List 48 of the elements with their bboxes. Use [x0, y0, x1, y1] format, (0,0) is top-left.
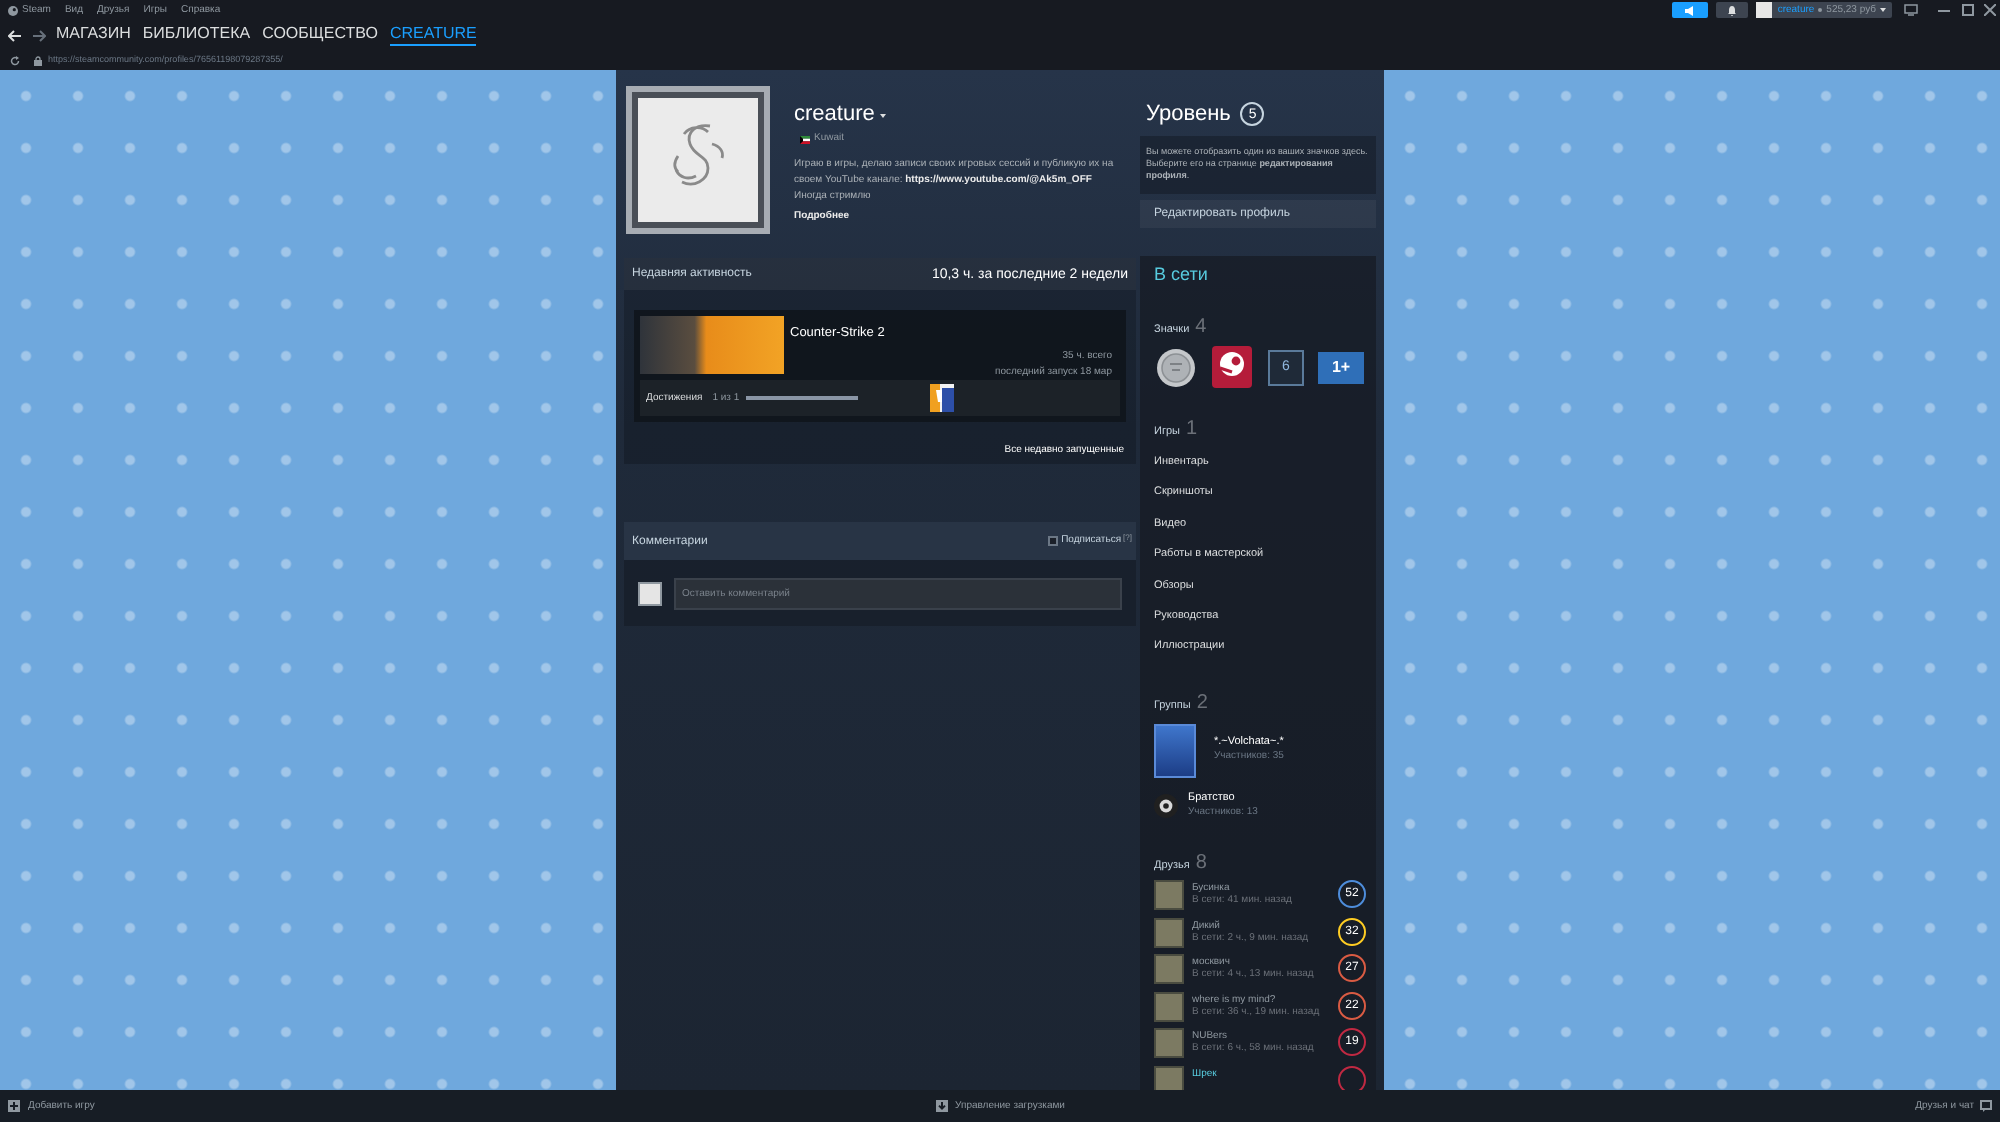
subscribe-checkbox[interactable]	[1047, 536, 1058, 546]
friend-avatar[interactable]	[1154, 917, 1184, 948]
level-label: Уровень	[1146, 103, 1231, 125]
back-arrow-icon[interactable]	[8, 29, 22, 41]
megaphone-icon	[1683, 5, 1696, 15]
game-banner-image[interactable]	[640, 316, 784, 374]
steam-badge-icon[interactable]	[1212, 346, 1252, 388]
online-status: В сети	[1154, 266, 1208, 284]
friend-avatar[interactable]	[1154, 1065, 1184, 1090]
section-count: 1	[1185, 420, 1198, 440]
friend-avatar[interactable]	[1154, 880, 1184, 911]
section-count: 8	[1195, 853, 1207, 874]
refresh-icon[interactable]	[10, 55, 20, 65]
plus-icon	[8, 1100, 20, 1112]
friend-avatar[interactable]	[1154, 954, 1184, 985]
chat-icon	[1980, 1100, 1993, 1112]
steam-logo-icon[interactable]	[8, 5, 18, 15]
avatar-icon	[1755, 2, 1772, 18]
friend-avatar[interactable]	[1154, 1028, 1184, 1059]
maximize-icon[interactable]	[1962, 4, 1974, 16]
monitor-icon[interactable]	[1904, 4, 1918, 16]
close-icon[interactable]	[1984, 4, 1996, 16]
dragon-avatar-drawing	[638, 98, 758, 222]
caret-icon	[880, 113, 887, 117]
lock-icon	[34, 55, 42, 65]
coin-badge-icon[interactable]	[1156, 347, 1196, 387]
nav-tab[interactable]: МАГАЗИН	[56, 24, 131, 46]
group-avatar-icon[interactable]	[1154, 793, 1178, 818]
nav-tab[interactable]: CREATURE	[389, 24, 477, 46]
section-count: 2	[1196, 693, 1208, 714]
download-icon	[935, 1100, 948, 1112]
years-badge[interactable]: 1+	[1318, 351, 1364, 383]
profile-name: creature	[794, 104, 875, 126]
announcement-button[interactable]	[1671, 2, 1708, 18]
minimize-icon[interactable]	[1938, 9, 1950, 11]
separator-dot-icon	[1818, 8, 1823, 12]
flag-icon	[800, 135, 810, 143]
friend-avatar[interactable]	[1154, 991, 1184, 1022]
achievement-icon[interactable]	[929, 384, 954, 412]
nav-tab[interactable]: БИБЛИОТЕКА	[142, 24, 251, 46]
notifications-button[interactable]	[1715, 2, 1748, 18]
bell-icon	[1727, 5, 1736, 15]
avatar-icon	[638, 581, 662, 605]
forward-arrow-icon[interactable]	[32, 29, 46, 41]
group-avatar-image[interactable]	[1154, 723, 1196, 778]
section-count: 4	[1195, 318, 1207, 338]
caret-icon	[1880, 8, 1886, 12]
nav-tab[interactable]: СООБЩЕСТВО	[262, 24, 378, 46]
